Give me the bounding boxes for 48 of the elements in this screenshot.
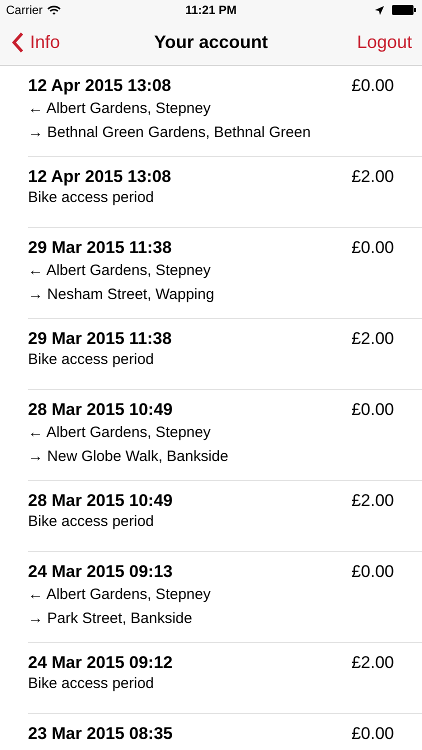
transaction-row[interactable]: 23 Mar 2015 08:35 £0.00 (28, 714, 422, 750)
battery-icon (392, 5, 416, 15)
transaction-date: 12 Apr 2015 13:08 (28, 75, 172, 97)
transaction-description: Bike access period (28, 188, 155, 208)
logout-button[interactable]: Logout (356, 32, 412, 53)
transaction-amount: £0.00 (351, 723, 394, 745)
transaction-description: Bike access period (28, 512, 155, 532)
end-station: → Park Street, Bankside (28, 609, 194, 629)
transaction-amount: £0.00 (351, 561, 394, 583)
transaction-row[interactable]: 12 Apr 2015 13:08 Bike access period £2.00 (28, 157, 422, 228)
screen-title: Your account (154, 32, 268, 53)
end-station: → New Globe Walk, Bankside (28, 447, 230, 467)
transaction-amount: £2.00 (351, 652, 394, 674)
transaction-amount: £2.00 (351, 490, 394, 512)
transaction-amount: £0.00 (351, 75, 394, 97)
clock-time: 11:21 PM (185, 3, 237, 17)
start-station: ← Albert Gardens, Stepney (28, 585, 212, 605)
end-station: → Nesham Street, Wapping (28, 285, 216, 305)
transaction-date: 28 Mar 2015 10:49 (28, 399, 174, 421)
transaction-date: 23 Mar 2015 08:35 (28, 723, 174, 745)
transaction-row[interactable]: 12 Apr 2015 13:08 ← Albert Gardens, Stepney → Bethnal Green Gardens, Bethnal Green £0.00 (28, 66, 422, 157)
transaction-date: 24 Mar 2015 09:13 (28, 561, 174, 583)
transaction-amount: £0.00 (351, 399, 394, 421)
location-arrow-icon (375, 6, 384, 14)
transaction-row[interactable]: 28 Mar 2015 10:49 Bike access period £2.00 (28, 481, 422, 552)
transaction-date: 29 Mar 2015 11:38 (28, 237, 173, 259)
transaction-row[interactable]: 28 Mar 2015 10:49 ← Albert Gardens, Stepney → New Globe Walk, Bankside £0.00 (28, 390, 422, 481)
transaction-row[interactable]: 29 Mar 2015 11:38 Bike access period £2.00 (28, 319, 422, 390)
end-station: → Bethnal Green Gardens, Bethnal Green (28, 123, 312, 143)
transaction-date: 12 Apr 2015 13:08 (28, 166, 172, 188)
transaction-amount: £2.00 (351, 328, 394, 350)
transaction-date: 24 Mar 2015 09:12 (28, 652, 174, 674)
transaction-description: Bike access period (28, 674, 155, 694)
chevron-left-icon (12, 32, 24, 53)
carrier-label: Carrier (6, 3, 43, 17)
start-station: ← Albert Gardens, Stepney (28, 261, 212, 281)
transaction-date: 29 Mar 2015 11:38 (28, 328, 173, 350)
wifi-icon (46, 5, 61, 15)
start-station: ← Albert Gardens, Stepney (28, 99, 212, 119)
transaction-amount: £0.00 (351, 237, 394, 259)
start-station: ← Albert Gardens, Stepney (28, 423, 212, 443)
transaction-date: 28 Mar 2015 10:49 (28, 490, 174, 512)
transaction-row[interactable]: 24 Mar 2015 09:13 ← Albert Gardens, Stepney → Park Street, Bankside £0.00 (28, 552, 422, 643)
transaction-row[interactable]: 24 Mar 2015 09:12 Bike access period £2.00 (28, 643, 422, 714)
transaction-row[interactable]: 29 Mar 2015 11:38 ← Albert Gardens, Stepney → Nesham Street, Wapping £0.00 (28, 228, 422, 319)
back-button[interactable]: Info (12, 32, 60, 53)
transaction-amount: £2.00 (351, 166, 394, 188)
transaction-description: Bike access period (28, 350, 155, 370)
